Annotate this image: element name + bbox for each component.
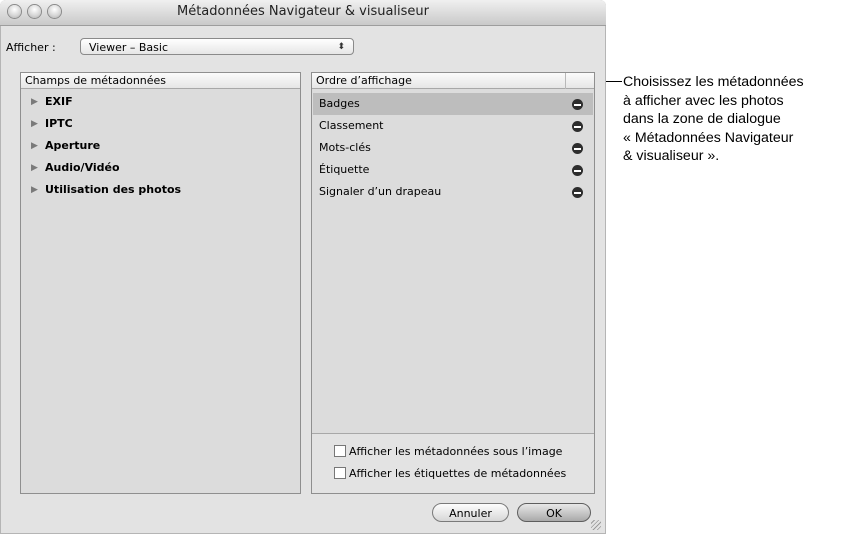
- callout-line-1: Choisissez les métadonnées: [623, 74, 804, 90]
- ok-button[interactable]: OK: [517, 503, 591, 522]
- disclosure-triangle-icon[interactable]: ▶: [31, 113, 38, 135]
- disclosure-triangle-icon[interactable]: ▶: [31, 91, 38, 113]
- remove-icon[interactable]: [572, 187, 583, 198]
- show-metadata-under-image-checkbox[interactable]: Afficher les métadonnées sous l’image: [334, 445, 562, 458]
- order-row-mots-cles[interactable]: Mots-clés: [313, 137, 593, 159]
- order-row-etiquette[interactable]: Étiquette: [313, 159, 593, 181]
- display-order-header: Ordre d’affichage: [312, 73, 594, 89]
- metadata-fields-panel: Champs de métadonnées ▶ EXIF ▶ IPTC ▶ Ap…: [20, 72, 301, 494]
- display-options-box: Afficher les métadonnées sous l’image Af…: [312, 433, 594, 493]
- order-row-badges[interactable]: Badges: [313, 93, 593, 115]
- callout-line-3: dans la zone de dialogue: [623, 111, 781, 127]
- column-separator: [565, 73, 566, 89]
- checkbox-label: Afficher les étiquettes de métadonnées: [349, 467, 567, 480]
- order-row-classement[interactable]: Classement: [313, 115, 593, 137]
- show-metadata-labels-checkbox[interactable]: Afficher les étiquettes de métadonnées: [334, 467, 566, 480]
- callout-caption: Choisissez les métadonnées à afficher av…: [623, 73, 865, 166]
- resize-grip-icon[interactable]: [591, 520, 601, 530]
- preset-select[interactable]: Viewer – Basic ⬍: [80, 38, 354, 55]
- checkbox-box[interactable]: [334, 467, 346, 479]
- checkbox-label: Afficher les métadonnées sous l’image: [349, 445, 563, 458]
- callout-line-2: à afficher avec les photos: [623, 92, 784, 109]
- disclosure-triangle-icon[interactable]: ▶: [31, 157, 38, 179]
- order-row-signaler-drapeau[interactable]: Signaler d’un drapeau: [313, 181, 593, 203]
- remove-icon[interactable]: [572, 99, 583, 110]
- remove-icon[interactable]: [572, 165, 583, 176]
- remove-icon[interactable]: [572, 143, 583, 154]
- disclosure-triangle-icon[interactable]: ▶: [31, 179, 38, 201]
- afficher-label: Afficher :: [6, 41, 56, 54]
- disclosure-triangle-icon[interactable]: ▶: [31, 135, 38, 157]
- display-order-header-label: Ordre d’affichage: [316, 74, 412, 87]
- preset-select-value: Viewer – Basic: [89, 41, 169, 54]
- checkbox-box[interactable]: [334, 445, 346, 457]
- metadata-fields-header: Champs de métadonnées: [21, 73, 300, 89]
- title-bar: Métadonnées Navigateur & visualiseur: [0, 0, 606, 26]
- window-title: Métadonnées Navigateur & visualiseur: [176, 4, 430, 19]
- up-down-arrows-icon: ⬍: [337, 42, 345, 52]
- display-order-panel: Ordre d’affichage Badges Classement Mots…: [311, 72, 595, 494]
- callout-line-5: & visualiseur ».: [623, 148, 720, 164]
- cancel-button[interactable]: Annuler: [432, 503, 509, 522]
- callout-leader-line: [606, 81, 622, 82]
- remove-icon[interactable]: [572, 121, 583, 132]
- callout-line-4: « Métadonnées Navigateur: [623, 129, 794, 146]
- metadata-dialog: Métadonnées Navigateur & visualiseur Aff…: [0, 0, 606, 534]
